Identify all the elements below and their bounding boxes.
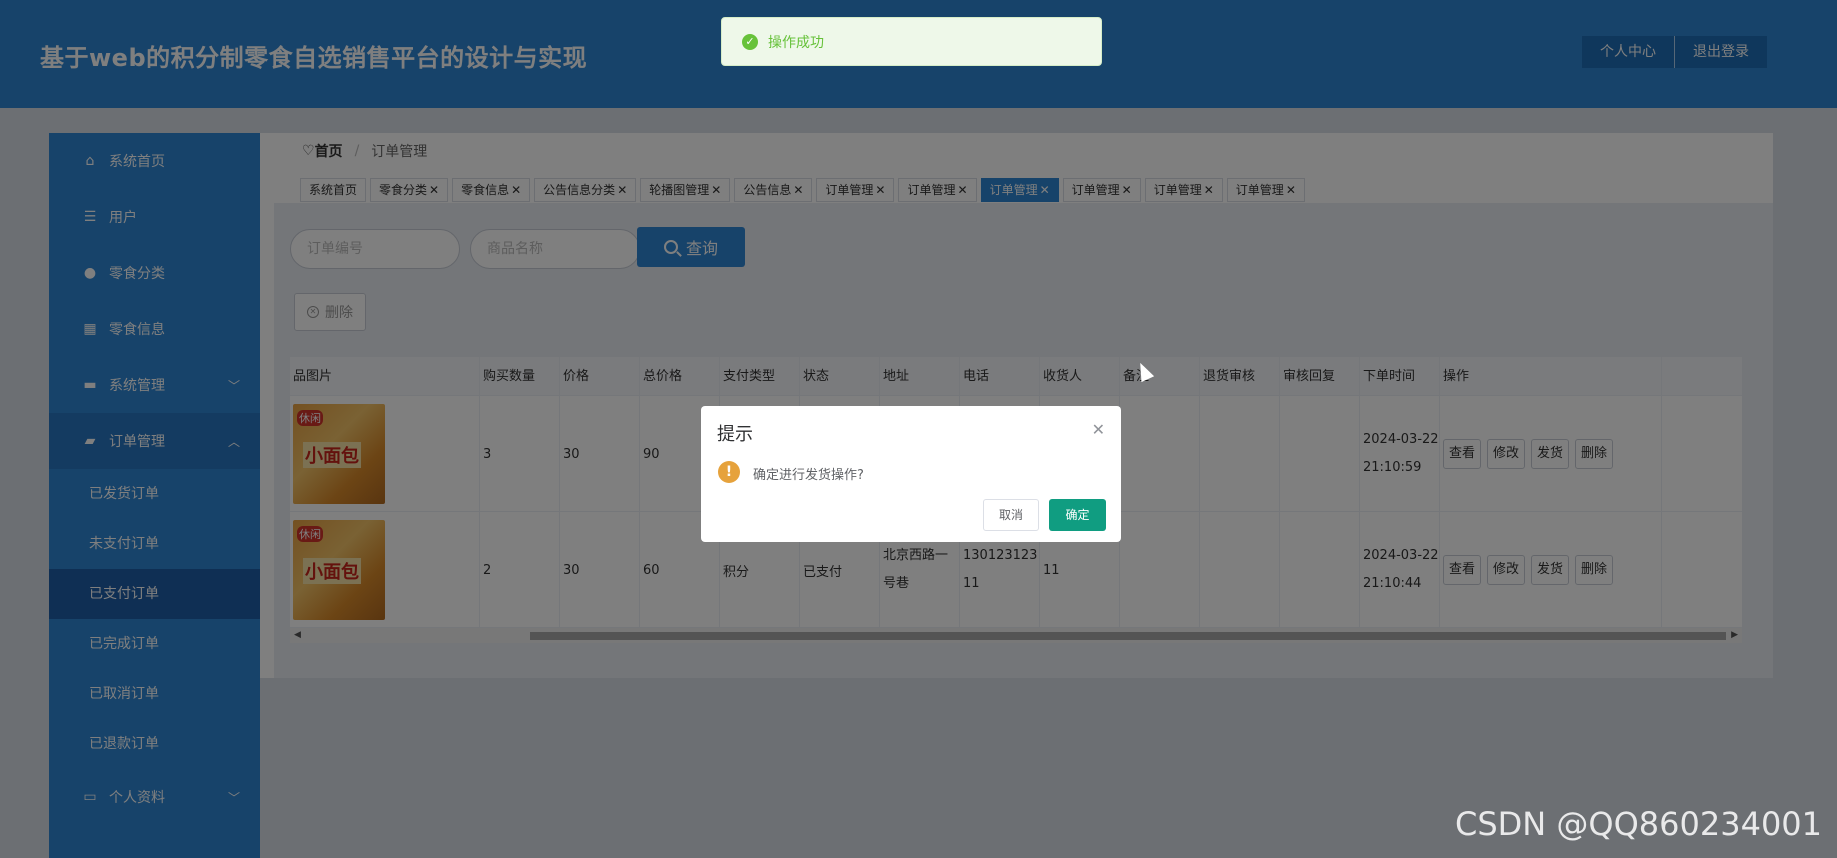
dialog-title: 提示 [717, 424, 753, 445]
dialog-message: 确定进行发货操作? [753, 468, 864, 483]
check-circle-icon: ✓ [742, 33, 758, 50]
warning-icon: ! [718, 461, 740, 483]
close-icon[interactable]: ✕ [1092, 420, 1105, 439]
confirm-button[interactable]: 确定 [1049, 499, 1106, 531]
cancel-button[interactable]: 取消 [983, 499, 1039, 531]
success-toast: ✓ 操作成功 [721, 17, 1102, 66]
toast-message: 操作成功 [768, 34, 824, 51]
watermark: CSDN @QQ860234001 [1455, 805, 1823, 843]
confirm-dialog: 提示 ✕ ! 确定进行发货操作? 取消 确定 [701, 406, 1121, 542]
